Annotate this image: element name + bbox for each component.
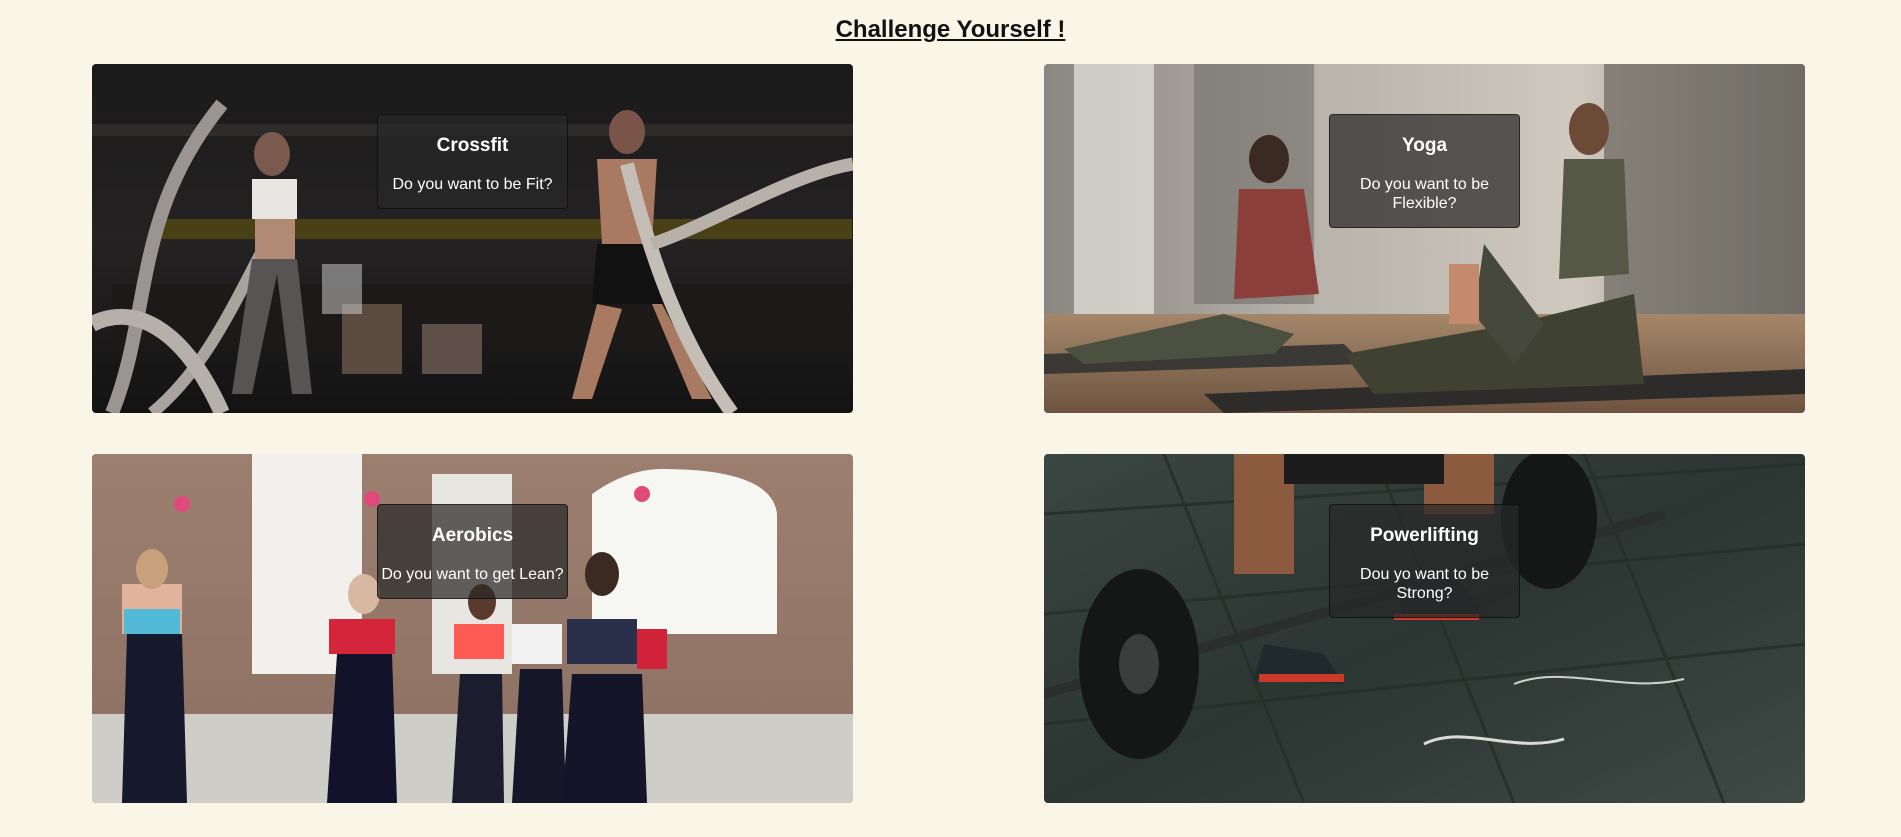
page-title: Challenge Yourself ! [835,16,1066,43]
yoga-overlay: Yoga Do you want to be Flexible? [1329,114,1520,228]
yoga-subtitle: Do you want to be Flexible? [1360,176,1489,212]
card-powerlifting[interactable]: Powerlifting Dou yo want to be Strong? [1044,454,1805,803]
yoga-title: Yoga [1401,135,1448,156]
aerobics-title: Aerobics [431,525,514,546]
card-yoga[interactable]: Yoga Do you want to be Flexible? [1044,64,1805,413]
crossfit-overlay: Crossfit Do you want to be Fit? [377,114,568,209]
powerlifting-title: Powerlifting [1370,525,1479,546]
crossfit-subtitle: Do you want to be Fit? [392,176,553,193]
aerobics-subtitle: Do you want to get Lean? [381,566,564,583]
aerobics-overlay: Aerobics Do you want to get Lean? [377,504,568,599]
crossfit-title: Crossfit [436,135,509,156]
powerlifting-subtitle: Dou yo want to be Strong? [1360,566,1489,602]
powerlifting-overlay: Powerlifting Dou yo want to be Strong? [1329,504,1520,618]
card-aerobics[interactable]: Aerobics Do you want to get Lean? [92,454,853,803]
card-crossfit[interactable]: Crossfit Do you want to be Fit? [92,64,853,413]
